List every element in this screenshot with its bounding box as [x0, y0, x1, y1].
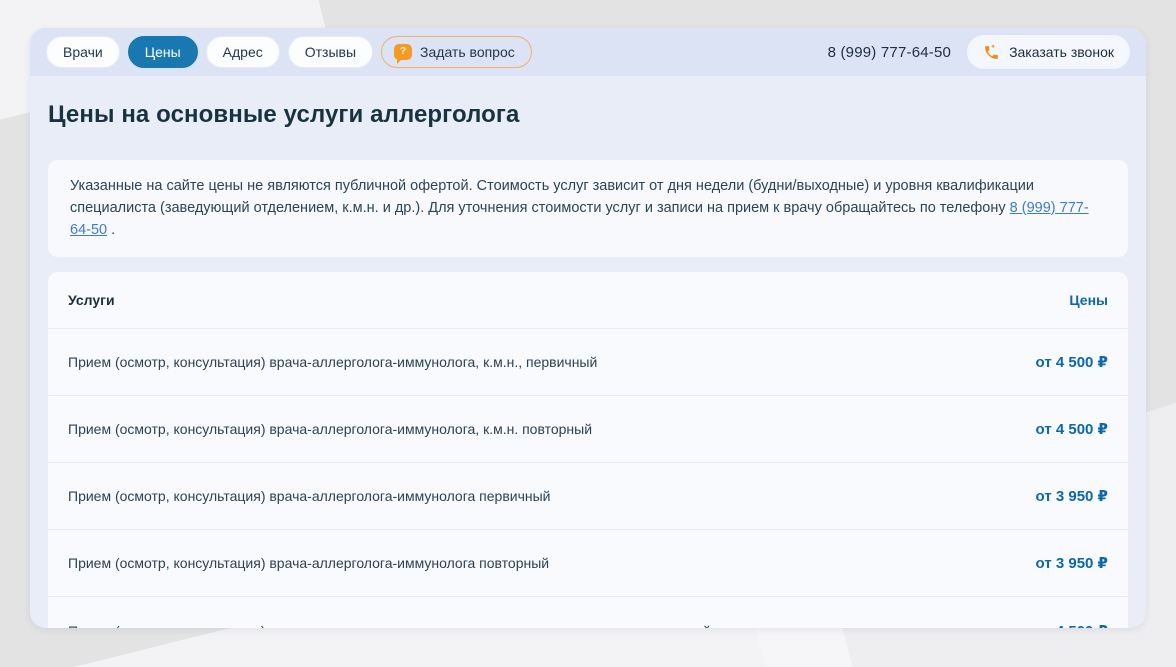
ask-question-button[interactable]: ? Задать вопрос	[381, 36, 532, 68]
price-table-row: Прием (осмотр, консультация) врача-аллер…	[48, 597, 1128, 628]
service-price: от 4 500 ₽	[1036, 353, 1108, 371]
price-table-header: Услуги Цены	[48, 272, 1128, 329]
column-header-services: Услуги	[68, 292, 115, 308]
page-title: Цены на основные услуги аллерголога	[30, 100, 1146, 130]
price-table-body: Прием (осмотр, консультация) врача-аллер…	[48, 329, 1128, 628]
section-navbar: ВрачиЦеныАдресОтзывы ? Задать вопрос 8 (…	[30, 28, 1146, 76]
service-price: от 3 950 ₽	[1036, 487, 1108, 505]
nav-tab-otzyvy[interactable]: Отзывы	[288, 36, 373, 68]
service-name: Прием (осмотр, консультация) врача-аллер…	[68, 555, 549, 571]
ask-question-label: Задать вопрос	[420, 44, 515, 60]
service-name: Прием (осмотр, консультация) врача-аллер…	[68, 354, 597, 370]
service-price: от 4 500 ₽	[1036, 622, 1108, 628]
question-bubble-icon: ?	[394, 44, 412, 60]
nav-tab-adres[interactable]: Адрес	[206, 36, 280, 68]
price-table-row: Прием (осмотр, консультация) врача-аллер…	[48, 396, 1128, 463]
nav-tab-tseny[interactable]: Цены	[128, 36, 198, 68]
service-price: от 4 500 ₽	[1036, 420, 1108, 438]
nav-contacts: 8 (999) 777-64-50 Заказать звонок	[828, 35, 1130, 69]
price-table-row: Прием (осмотр, консультация) врача-аллер…	[48, 530, 1128, 597]
service-name: Прием (осмотр, консультация) врача-аллер…	[68, 421, 592, 437]
disclaimer-text-end: .	[107, 222, 115, 238]
header-phone-number[interactable]: 8 (999) 777-64-50	[828, 44, 951, 61]
price-table-row: Прием (осмотр, консультация) врача-аллер…	[48, 329, 1128, 396]
price-table-row: Прием (осмотр, консультация) врача-аллер…	[48, 463, 1128, 530]
question-glyph: ?	[400, 47, 406, 57]
service-name: Прием (осмотр, консультация) врача-аллер…	[68, 488, 551, 504]
price-table: Услуги Цены Прием (осмотр, консультация)…	[48, 272, 1128, 628]
clinic-prices-card: ВрачиЦеныАдресОтзывы ? Задать вопрос 8 (…	[30, 28, 1146, 628]
column-header-prices: Цены	[1069, 292, 1108, 308]
service-price: от 3 950 ₽	[1036, 554, 1108, 572]
price-disclaimer: Указанные на сайте цены не являются публ…	[48, 160, 1128, 257]
phone-callback-icon	[983, 44, 1000, 61]
service-name: Прием (осмотр, консультация) врача-аллер…	[68, 623, 711, 628]
order-call-button[interactable]: Заказать звонок	[967, 35, 1130, 69]
order-call-label: Заказать звонок	[1009, 44, 1114, 60]
nav-tabs: ВрачиЦеныАдресОтзывы ? Задать вопрос	[46, 36, 532, 68]
nav-tab-vrachi[interactable]: Врачи	[46, 36, 120, 68]
disclaimer-text: Указанные на сайте цены не являются публ…	[70, 178, 1034, 216]
